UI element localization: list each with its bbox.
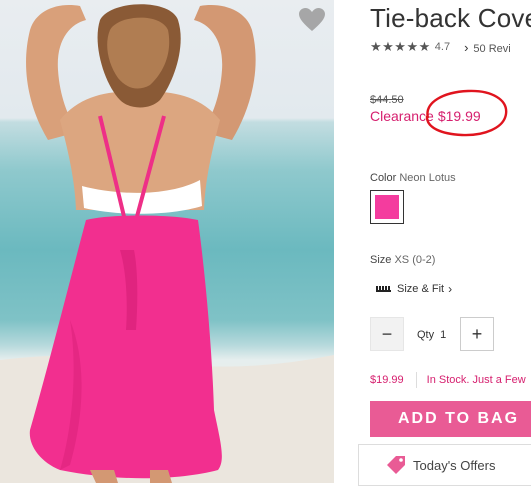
quantity-value: 1: [440, 329, 447, 341]
tag-icon: [387, 456, 405, 474]
size-fit-link[interactable]: Size & Fit ›: [376, 282, 452, 296]
swatch-fill: [375, 195, 399, 219]
rating-stars: ★★★★★: [370, 39, 431, 54]
product-rating: ★★★★★ 4.7 › 50 Revi: [370, 39, 511, 55]
product-image-illustration: [0, 4, 334, 483]
size-selected: XS (0-2): [394, 254, 436, 266]
quantity-increase-button[interactable]: +: [460, 317, 494, 351]
divider: [415, 372, 417, 388]
quantity-label: Qty: [417, 329, 435, 341]
color-swatch-neon-lotus[interactable]: [370, 190, 404, 224]
ruler-icon: [376, 286, 391, 292]
product-details: Tie-back Cove ★★★★★ 4.7 › 50 Revi $44.50 …: [334, 0, 531, 486]
chevron-right-icon: ›: [464, 39, 469, 55]
wishlist-heart-icon[interactable]: [298, 7, 326, 33]
stock-status: In Stock. Just a Few: [426, 374, 526, 386]
stock-info: $19.99 In Stock. Just a Few: [370, 372, 526, 388]
color-label: Color Neon Lotus: [370, 172, 456, 184]
size-fit-label: Size & Fit: [397, 283, 445, 295]
size-label-text: Size: [370, 254, 392, 266]
add-to-bag-button[interactable]: ADD TO BAG: [370, 401, 531, 437]
red-circle-annotation: [425, 89, 508, 137]
todays-offers-button[interactable]: Today's Offers: [358, 444, 531, 486]
reviews-label: 50 Revi: [473, 42, 511, 55]
product-title: Tie-back Cove: [370, 3, 531, 33]
quantity-display: Qty 1: [417, 329, 446, 341]
stock-price: $19.99: [370, 374, 404, 386]
offers-label: Today's Offers: [413, 457, 496, 473]
quantity-decrease-button[interactable]: −: [370, 317, 404, 351]
size-label: Size XS (0-2): [370, 254, 435, 266]
reviews-link[interactable]: › 50 Revi: [464, 40, 511, 55]
original-price: $44.50: [370, 94, 404, 106]
color-selected: Neon Lotus: [399, 172, 456, 184]
product-photo: [0, 0, 334, 483]
color-label-text: Color: [370, 172, 397, 184]
chevron-right-icon: ›: [448, 282, 453, 296]
rating-value: 4.7: [434, 41, 451, 53]
